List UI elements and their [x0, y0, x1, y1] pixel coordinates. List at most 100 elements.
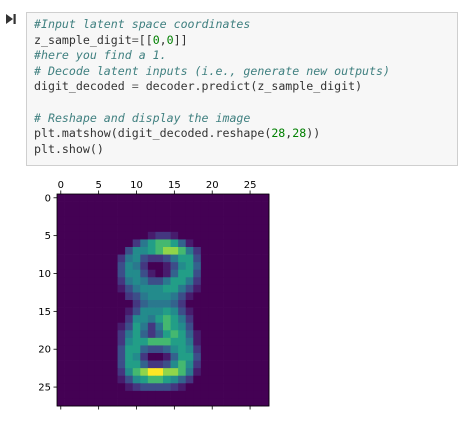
- heatmap-cell: [125, 209, 134, 218]
- code-token: 0: [166, 32, 174, 47]
- heatmap-cell: [57, 277, 65, 286]
- heatmap-cell: [261, 368, 270, 377]
- heatmap-cell: [110, 224, 118, 233]
- heatmap-cell: [208, 300, 217, 308]
- step-forward-icon[interactable]: [4, 12, 18, 26]
- heatmap-cell: [72, 231, 81, 240]
- heatmap-cell: [64, 284, 73, 293]
- heatmap-cell: [94, 383, 103, 392]
- heatmap-cell: [87, 194, 96, 202]
- heatmap-cell: [216, 277, 224, 286]
- heatmap-cell: [170, 322, 179, 331]
- heatmap-cell: [193, 224, 202, 233]
- heatmap-cell: [125, 368, 134, 377]
- code-token: 28: [292, 126, 307, 141]
- heatmap-cell: [57, 239, 65, 248]
- heatmap-cell: [200, 315, 209, 324]
- heatmap-cell: [185, 216, 194, 225]
- heatmap-cell: [102, 277, 111, 286]
- heatmap-cell: [79, 337, 88, 346]
- heatmap-cell: [57, 231, 65, 240]
- heatmap-cell: [94, 269, 103, 278]
- heatmap-cell: [94, 201, 103, 210]
- heatmap-cell: [261, 216, 270, 225]
- heatmap-cell: [193, 375, 202, 384]
- heatmap-cell: [64, 247, 73, 255]
- heatmap-cell: [110, 300, 118, 308]
- heatmap-cell: [208, 360, 217, 369]
- heatmap-cell: [200, 194, 209, 202]
- heatmap-cell: [117, 277, 126, 286]
- heatmap-cell: [238, 209, 247, 218]
- heatmap-cell: [110, 353, 118, 361]
- heatmap-cell: [94, 390, 103, 399]
- heatmap-cell: [102, 315, 111, 324]
- heatmap-cell: [72, 375, 81, 384]
- heatmap-cell: [140, 209, 149, 218]
- heatmap-cell: [125, 307, 134, 316]
- heatmap-cell: [147, 337, 156, 346]
- heatmap-cell: [216, 398, 224, 407]
- heatmap-cell: [87, 239, 96, 248]
- heatmap-cell: [57, 300, 65, 308]
- heatmap-cell: [94, 239, 103, 248]
- heatmap-cell: [208, 209, 217, 218]
- heatmap-cell: [208, 224, 217, 233]
- heatmap-cell: [57, 330, 65, 339]
- heatmap-cell: [231, 247, 240, 255]
- heatmap-cell: [223, 254, 232, 263]
- code-token: #here you find a 1.: [34, 48, 167, 63]
- heatmap-cell: [253, 247, 262, 255]
- heatmap-cell: [170, 337, 179, 346]
- heatmap-cell: [193, 194, 202, 202]
- heatmap-cell: [140, 254, 149, 263]
- heatmap-cell: [147, 201, 156, 210]
- heatmap-cell: [238, 337, 247, 346]
- heatmap-cell: [246, 216, 255, 225]
- heatmap-cell: [193, 284, 202, 293]
- heatmap-cell: [163, 330, 171, 339]
- code-line: #Input latent space coordinates: [34, 17, 390, 33]
- heatmap-cell: [87, 383, 96, 392]
- heatmap-cell: [238, 322, 247, 331]
- heatmap-cell: [64, 353, 73, 361]
- heatmap-cell: [253, 292, 262, 301]
- heatmap-cell: [261, 277, 270, 286]
- heatmap-cell: [208, 239, 217, 248]
- heatmap-cell: [223, 398, 232, 407]
- heatmap-cell: [200, 209, 209, 218]
- heatmap-cell: [238, 201, 247, 210]
- heatmap-cell: [57, 284, 65, 293]
- heatmap-cell: [110, 330, 118, 339]
- heatmap-cell: [87, 345, 96, 354]
- heatmap-cell: [155, 269, 164, 278]
- heatmap-cell: [64, 254, 73, 263]
- heatmap-cell: [200, 292, 209, 301]
- heatmap-cell: [170, 345, 179, 354]
- code-cell-input[interactable]: #Input latent space coordinates z_sample_…: [26, 12, 458, 166]
- heatmap-cell: [261, 224, 270, 233]
- heatmap-cell: [117, 201, 126, 210]
- heatmap-cell: [64, 300, 73, 308]
- heatmap-cell: [223, 209, 232, 218]
- heatmap-cell: [64, 231, 73, 240]
- heatmap-cell: [117, 231, 126, 240]
- heatmap-cell: [57, 360, 65, 369]
- code-token: ]]: [173, 32, 188, 47]
- heatmap-cell: [72, 292, 81, 301]
- heatmap-cell: [155, 330, 164, 339]
- heatmap-cell: [170, 254, 179, 263]
- code-line: #here you find a 1.: [34, 48, 390, 64]
- heatmap-cell: [200, 307, 209, 316]
- code-editor[interactable]: #Input latent space coordinates z_sample_…: [34, 17, 390, 157]
- code-token: # Reshape and display the image: [34, 110, 251, 125]
- heatmap-cell: [216, 307, 224, 316]
- heatmap-cell: [87, 307, 96, 316]
- heatmap-cell: [193, 254, 202, 263]
- heatmap-cell: [155, 194, 164, 202]
- heatmap-cell: [57, 322, 65, 331]
- heatmap-cell: [163, 216, 171, 225]
- heatmap-cell: [200, 269, 209, 278]
- heatmap-cell: [163, 383, 171, 392]
- heatmap-cell: [147, 307, 156, 316]
